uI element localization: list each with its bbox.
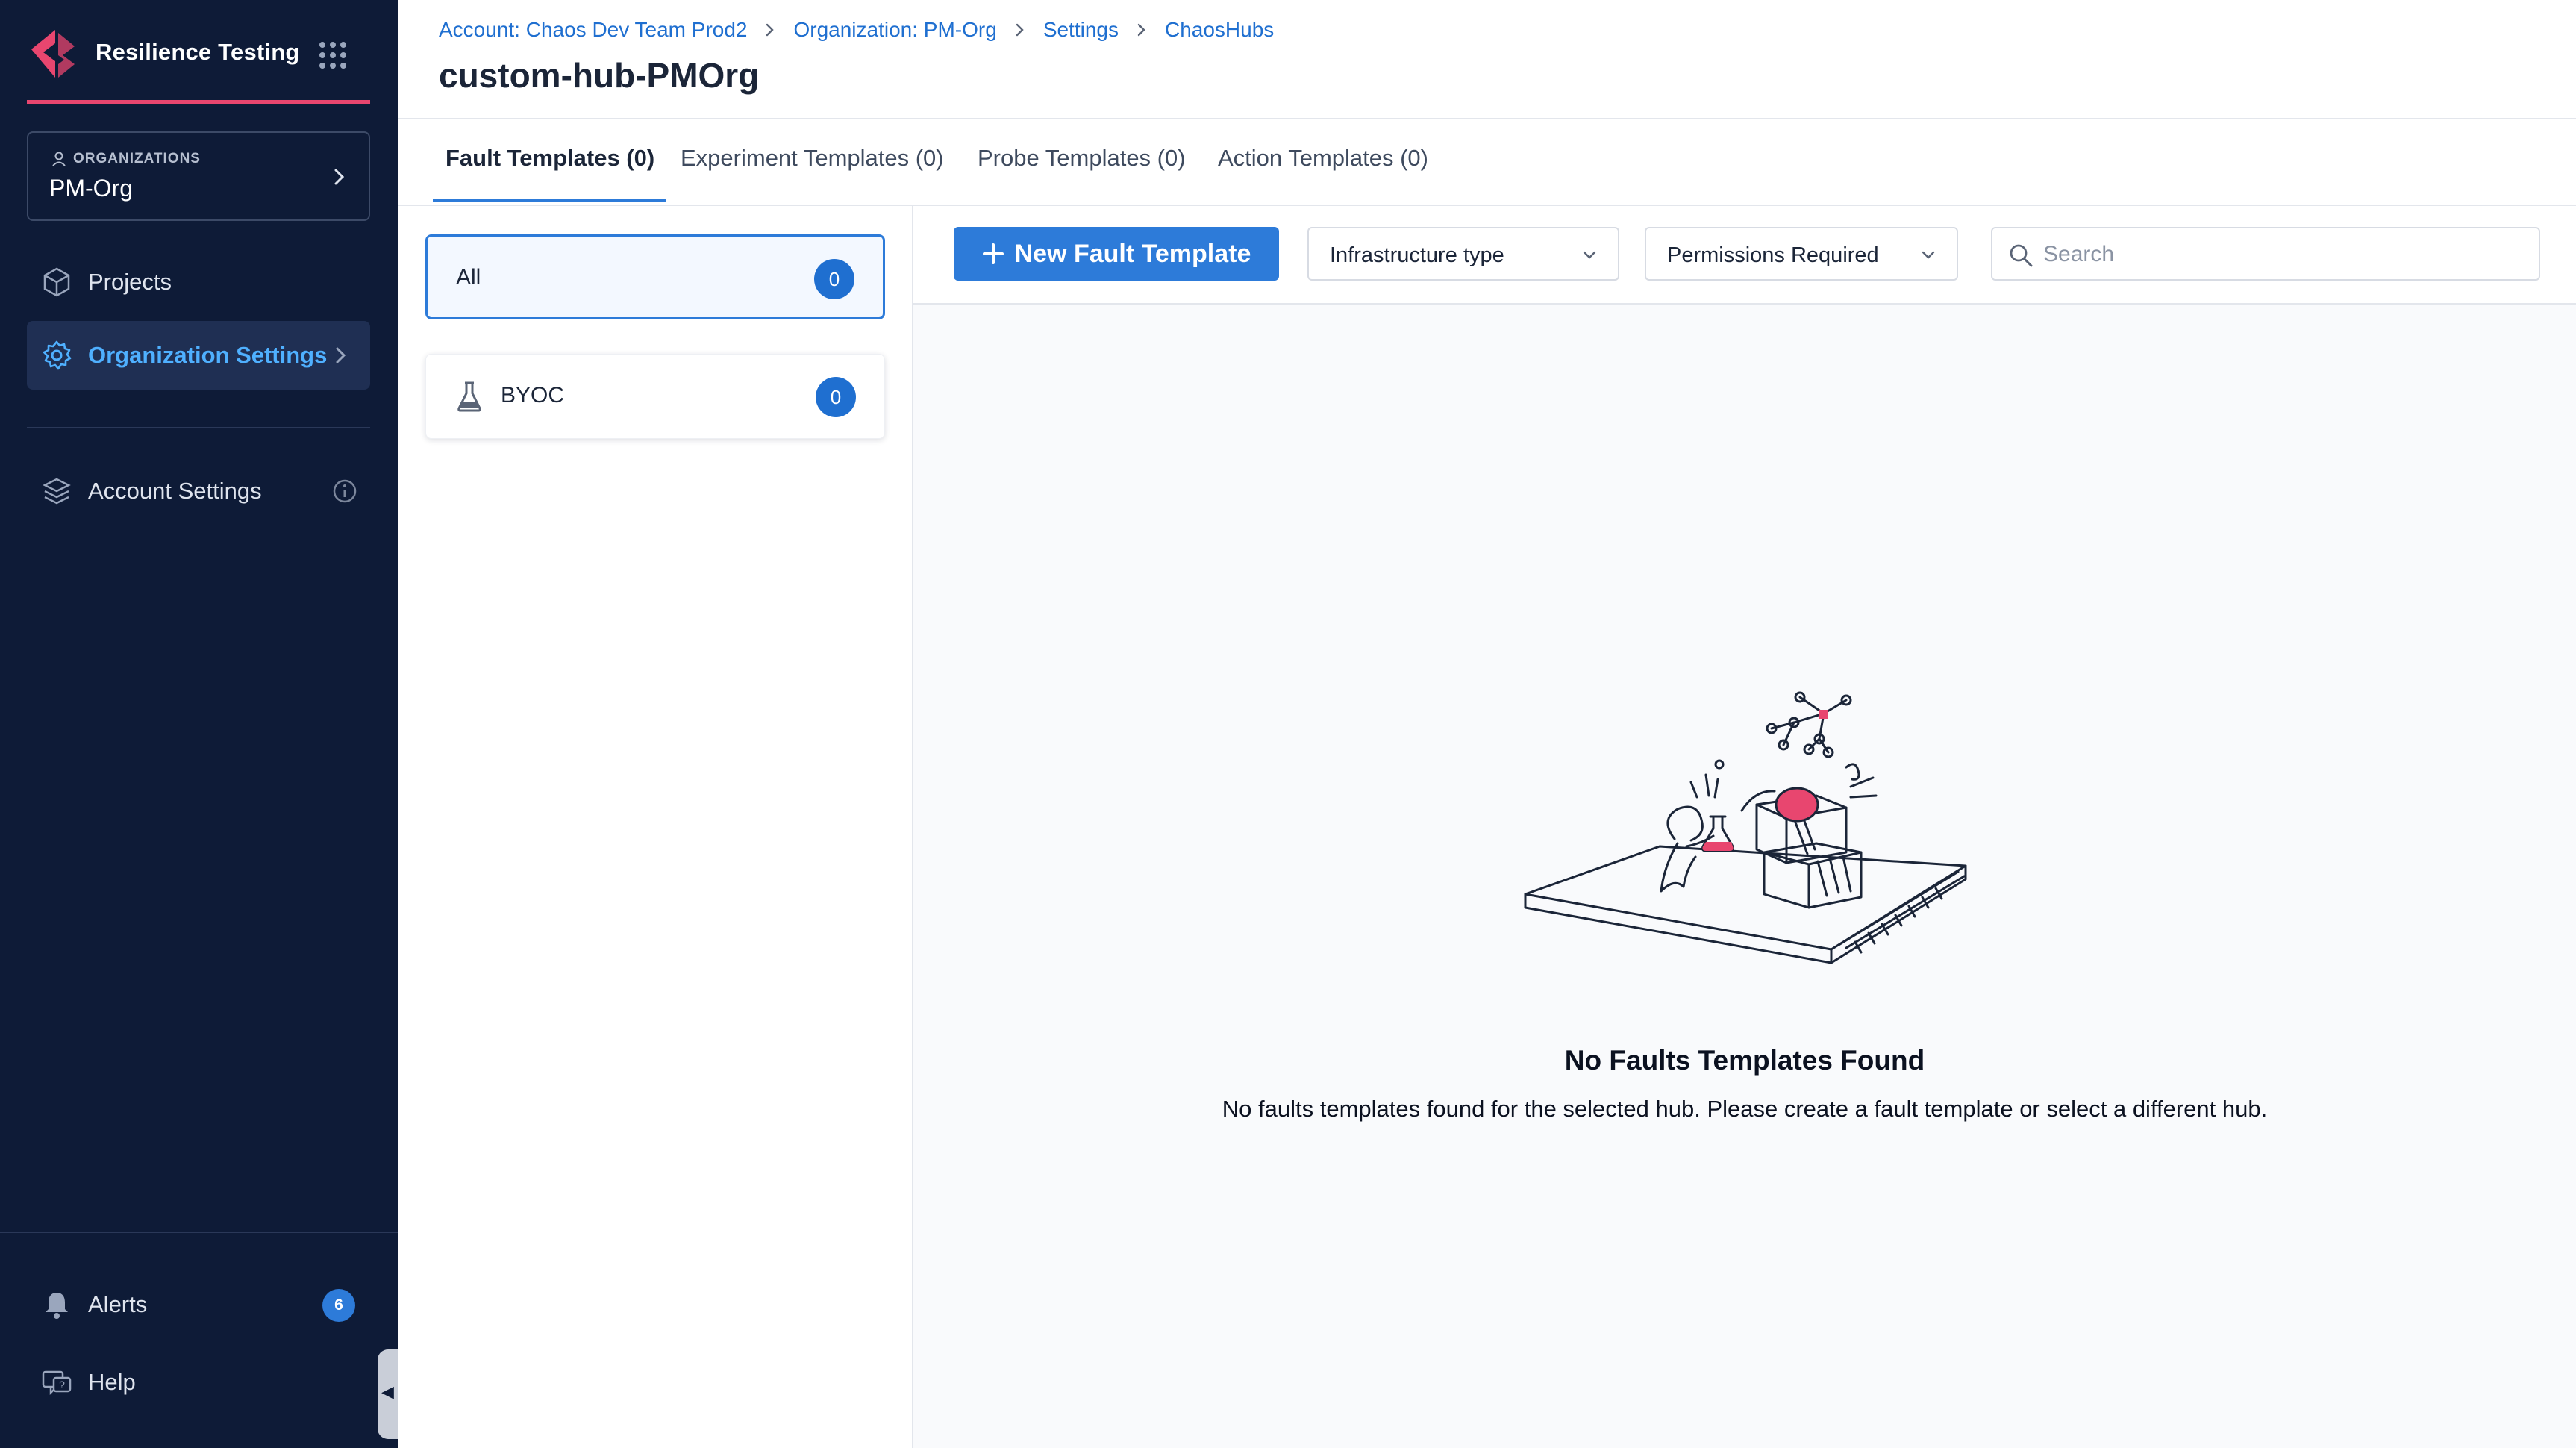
breadcrumb-organization[interactable]: Organization: PM-Org [793,18,996,42]
org-kicker-label: ORGANIZATIONS [73,151,201,166]
chevron-down-icon [1583,251,1596,259]
category-all[interactable]: All 0 [425,234,885,319]
category-label: All [456,265,481,290]
dropdown-label: Permissions Required [1667,243,1879,267]
active-tab-indicator [433,199,666,202]
sidebar-item-alerts[interactable]: Alerts [27,1270,370,1339]
breadcrumb: Account: Chaos Dev Team Prod2 Organizati… [439,18,1274,42]
app-name: Resilience Testing [96,39,300,65]
sidebar-item-label: Organization Settings [88,342,328,368]
chevron-right-icon [1016,23,1024,37]
empty-state-description: No faults templates found for the select… [1222,1096,2268,1122]
chevron-right-icon [334,169,345,185]
page-header: Account: Chaos Dev Team Prod2 Organizati… [398,0,2576,119]
page-title: custom-hub-PMOrg [439,56,760,95]
org-switcher-kicker: ORGANIZATIONS [51,151,201,167]
brand-underline [27,100,370,104]
plus-icon [982,243,1004,264]
sidebar-item-account-settings[interactable]: Account Settings [27,457,370,525]
breadcrumb-account[interactable]: Account: Chaos Dev Team Prod2 [439,18,747,42]
sidebar-bottom-divider [0,1232,398,1233]
org-switcher[interactable]: ORGANIZATIONS PM-Org [27,131,370,221]
sidebar-collapse-toggle[interactable]: ◀ [378,1349,400,1439]
app-root: Resilience Testing ORGANIZATIONS PM-Org [0,0,2576,1448]
search-box [1991,227,2540,281]
bell-icon [46,1293,68,1319]
svg-text:?: ? [59,1379,65,1391]
gear-icon [43,340,72,370]
category-count-badge: 0 [816,377,856,417]
template-tabs: Fault Templates (0) Experiment Templates… [398,121,2576,206]
dropdown-label: Infrastructure type [1330,243,1504,267]
breadcrumb-settings[interactable]: Settings [1043,18,1119,42]
breadcrumb-chaoshubs[interactable]: ChaosHubs [1165,18,1274,42]
tab-fault-templates[interactable]: Fault Templates (0) [446,145,654,172]
templates-toolbar: New Fault Template Infrastructure type P… [913,206,2576,305]
chevron-right-icon [766,23,775,37]
caret-left-icon: ◀ [381,1382,394,1401]
tab-action-templates[interactable]: Action Templates (0) [1218,145,1428,172]
infrastructure-type-dropdown[interactable]: Infrastructure type [1307,227,1619,281]
tab-probe-templates[interactable]: Probe Templates (0) [978,145,1186,172]
chevron-down-icon [1922,251,1935,259]
sidebar-item-label: Help [88,1369,136,1395]
sidebar-item-organization-settings[interactable]: Organization Settings [27,321,370,390]
sidebar: Resilience Testing ORGANIZATIONS PM-Org [0,0,400,1448]
category-label: BYOC [501,383,565,408]
tab-experiment-templates[interactable]: Experiment Templates (0) [681,145,944,172]
sidebar-divider [27,427,370,428]
brand-logo-icon [31,30,75,78]
help-chat-icon: ? [42,1370,72,1396]
chevron-right-icon [336,347,346,363]
org-name: PM-Org [49,175,133,202]
empty-state-illustration [1524,691,1967,964]
info-icon[interactable] [331,478,358,505]
brand-row: Resilience Testing [28,27,364,107]
alerts-count-badge: 6 [322,1289,355,1322]
account-stack-icon [43,478,71,505]
category-count-badge: 0 [814,259,854,299]
sidebar-item-help[interactable]: ? Help [27,1348,370,1417]
new-fault-template-label: New Fault Template [1014,239,1251,268]
search-icon [2010,244,2033,267]
sidebar-item-projects[interactable]: Projects [27,248,370,316]
flask-icon [457,381,481,412]
apps-grid-icon[interactable] [318,40,348,70]
chevron-right-icon [1137,23,1145,37]
new-fault-template-button[interactable]: New Fault Template [954,227,1279,281]
sidebar-item-label: Alerts [88,1291,148,1317]
templates-content: No Faults Templates Found No faults temp… [913,305,2576,1448]
search-input[interactable] [2043,236,2521,273]
empty-state-title: No Faults Templates Found [1564,1045,1925,1076]
sidebar-item-label: Account Settings [88,478,262,504]
sidebar-item-label: Projects [88,269,172,295]
category-list: All 0 BYOC 0 [398,206,913,1448]
permissions-required-dropdown[interactable]: Permissions Required [1645,227,1958,281]
category-byoc[interactable]: BYOC 0 [425,354,885,439]
organization-icon [52,152,66,166]
projects-cube-icon [43,267,70,297]
